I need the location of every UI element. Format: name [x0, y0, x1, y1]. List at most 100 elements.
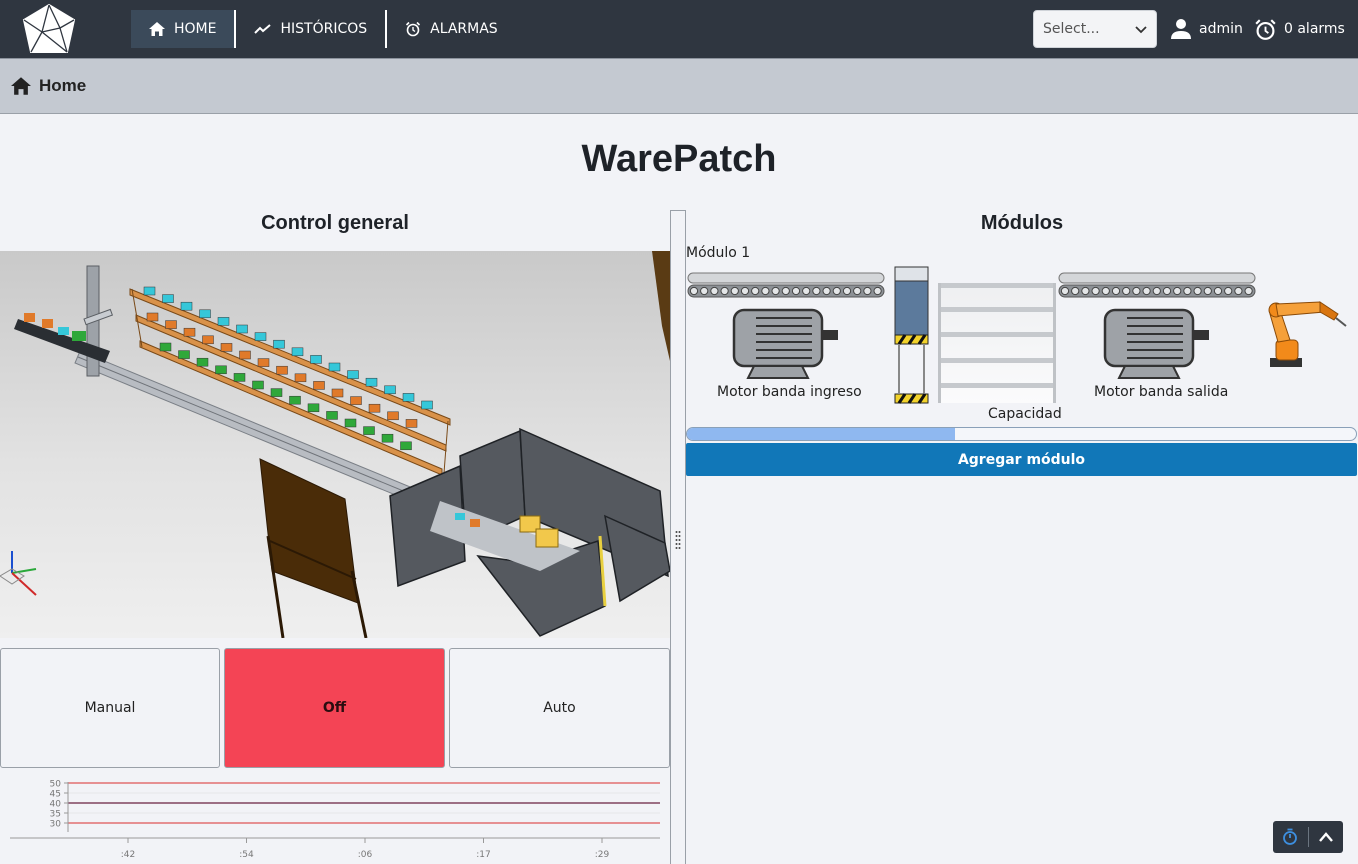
- shelf-box: [233, 373, 246, 382]
- splitter-grip-icon[interactable]: [675, 530, 681, 550]
- nav-historicos[interactable]: HISTÓRICOS: [236, 10, 385, 48]
- shelf-box: [143, 286, 156, 296]
- trend-x-tick: :54: [239, 850, 254, 860]
- shelf-box: [183, 327, 196, 337]
- roller: [1183, 286, 1192, 296]
- shelf-box: [178, 350, 190, 359]
- gate-icon[interactable]: [893, 265, 930, 405]
- shelf-box: [326, 411, 338, 420]
- roller: [781, 286, 790, 296]
- shelf-box: [236, 324, 248, 334]
- add-module-button[interactable]: Agregar módulo: [686, 443, 1357, 476]
- shelf-box: [165, 320, 177, 329]
- shelf-box: [239, 350, 251, 360]
- shelf-box: [220, 343, 233, 352]
- trend-y-tick: 50: [50, 780, 62, 790]
- robot-arm-icon[interactable]: [1264, 296, 1348, 370]
- shelf-box: [387, 411, 399, 421]
- shelf-box: [310, 355, 322, 364]
- chevron-up-icon: [1318, 832, 1333, 842]
- nav-alarmas[interactable]: ALARMAS: [387, 10, 516, 48]
- splitter-top: [670, 210, 686, 211]
- warehouse-3d-view[interactable]: [0, 251, 670, 638]
- conveyor-out-icon[interactable]: [1057, 271, 1257, 299]
- project-select[interactable]: Select...: [1033, 10, 1157, 48]
- shelf-box: [146, 312, 159, 322]
- roller: [1091, 286, 1100, 296]
- capacity-progress-fill: [687, 428, 955, 440]
- roller: [1224, 286, 1233, 296]
- shelf-box: [365, 377, 378, 387]
- home-icon[interactable]: [11, 77, 31, 95]
- alarm-clock-icon: [406, 21, 421, 37]
- trend-y-tick: 40: [50, 800, 62, 810]
- shelf-box: [384, 385, 396, 395]
- motor-in-label: Motor banda ingreso: [717, 384, 862, 400]
- trend-x-tick: :06: [358, 850, 373, 860]
- roller: [1081, 286, 1090, 296]
- roller: [689, 286, 699, 296]
- mode-manual-button[interactable]: Manual: [0, 648, 220, 768]
- shelf-box: [328, 362, 341, 372]
- mode-auto-button[interactable]: Auto: [449, 648, 670, 768]
- user-menu[interactable]: admin: [1170, 16, 1243, 42]
- shelf-box: [331, 388, 344, 398]
- roller: [761, 286, 770, 296]
- nav-home-label: HOME: [174, 21, 217, 37]
- storage-shelf-icon[interactable]: [938, 283, 1056, 403]
- mode-off-button[interactable]: Off: [224, 648, 445, 768]
- roller: [863, 286, 872, 296]
- trend-chart: 5045403530 :42:54:06:17:29: [10, 780, 660, 860]
- stopwatch-button[interactable]: [1273, 821, 1308, 853]
- roller: [873, 286, 882, 296]
- scroll-top-button[interactable]: [1308, 821, 1343, 853]
- shelf-box: [368, 403, 381, 413]
- roller: [1101, 286, 1110, 296]
- breadcrumb: Home: [0, 58, 1358, 114]
- chevron-down-icon: [1135, 26, 1147, 34]
- roller: [1203, 286, 1212, 296]
- roller: [822, 286, 831, 296]
- trend-icon: [254, 24, 272, 34]
- shelf-box: [405, 419, 418, 428]
- conveyor-in-icon[interactable]: [686, 271, 886, 299]
- breadcrumb-label[interactable]: Home: [39, 76, 86, 96]
- shelf-box: [347, 370, 359, 379]
- control-general-title: Control general: [261, 212, 409, 234]
- shelf-box: [199, 309, 211, 319]
- roller: [812, 286, 821, 296]
- shelf-box: [254, 332, 267, 341]
- trend-x-tick: :42: [121, 850, 135, 860]
- motor-out-label: Motor banda salida: [1094, 384, 1229, 400]
- roller: [832, 286, 841, 296]
- roller: [1234, 286, 1243, 296]
- warehouse-3d-illustration: [0, 251, 670, 638]
- splitter-left-edge: [670, 210, 671, 864]
- shelf-box: [294, 373, 307, 383]
- shelf-box: [381, 433, 394, 443]
- roller: [853, 286, 862, 296]
- top-navbar: HOME HISTÓRICOS ALARMAS Select... admin …: [0, 0, 1358, 58]
- nav-home[interactable]: HOME: [131, 10, 235, 48]
- roller: [1244, 286, 1253, 296]
- user-icon: [1171, 19, 1191, 39]
- shelf-box: [363, 426, 375, 435]
- shelf-box: [276, 365, 288, 375]
- shelf-box: [217, 317, 230, 326]
- splitter-right-edge: [685, 210, 686, 864]
- shelf-box: [215, 365, 227, 375]
- roller: [700, 286, 709, 296]
- motor-out-icon[interactable]: [1103, 304, 1211, 380]
- alarms-indicator[interactable]: 0 alarms: [1254, 16, 1345, 42]
- shelf-box: [350, 396, 362, 405]
- shelf-box: [270, 388, 283, 397]
- roller: [1213, 286, 1223, 296]
- shelf-box: [313, 381, 325, 390]
- shelf-box: [273, 339, 285, 349]
- roller: [1173, 286, 1182, 296]
- main-nav: HOME HISTÓRICOS ALARMAS: [131, 10, 516, 48]
- roller: [802, 286, 811, 296]
- nav-historicos-label: HISTÓRICOS: [280, 21, 368, 37]
- motor-in-icon[interactable]: [732, 304, 840, 380]
- logo-icon[interactable]: [20, 2, 78, 56]
